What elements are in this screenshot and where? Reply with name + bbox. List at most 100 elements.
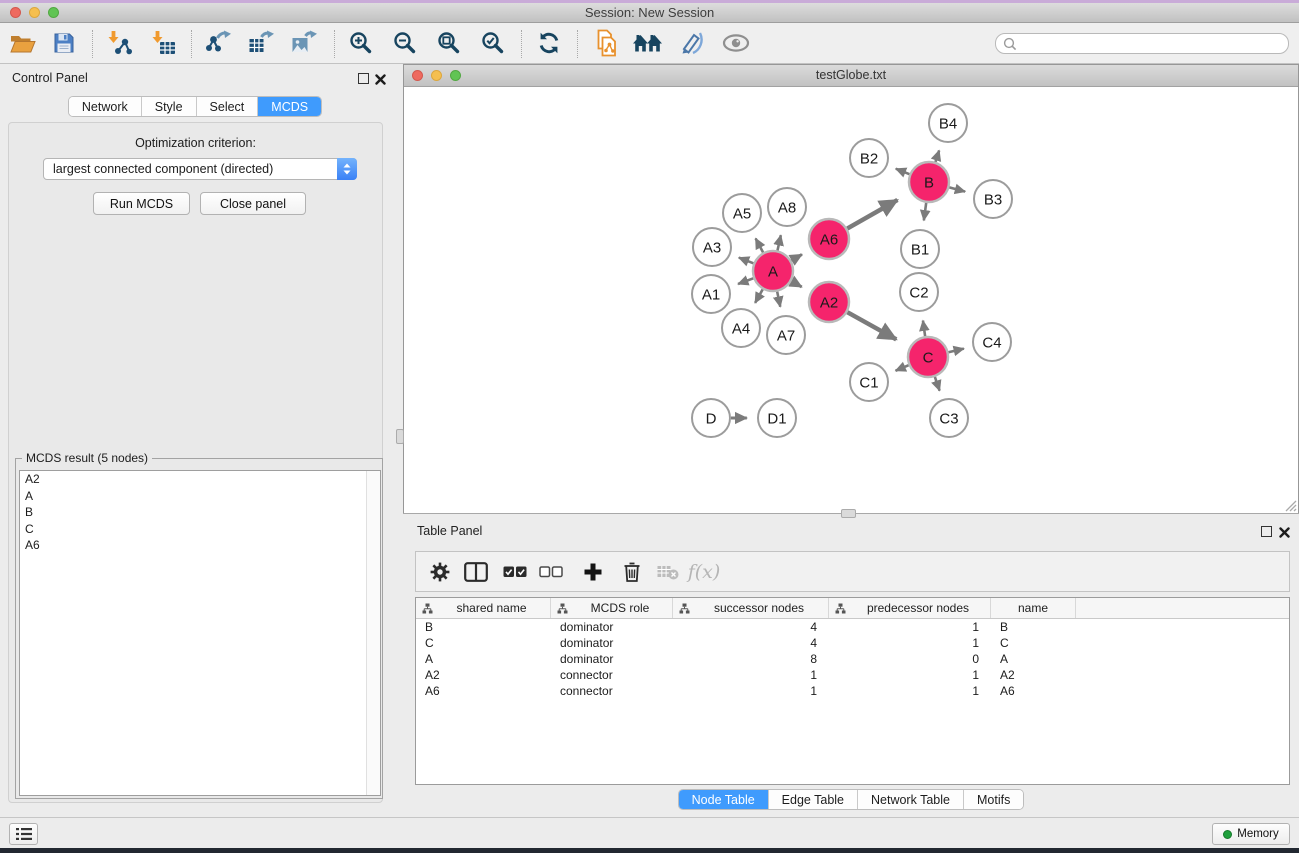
cell-successor-nodes[interactable]: 4 <box>673 635 829 651</box>
delete-columns-icon[interactable] <box>623 561 641 582</box>
edge-A-A3[interactable] <box>739 258 754 264</box>
edge-A-A5[interactable] <box>756 238 764 252</box>
mcds-result-item[interactable]: A2 <box>20 471 380 488</box>
minimize-window-icon[interactable] <box>431 70 442 81</box>
cell-predecessor-nodes[interactable]: 1 <box>829 667 991 683</box>
tab-style[interactable]: Style <box>142 97 197 116</box>
cell-predecessor-nodes[interactable]: 1 <box>829 635 991 651</box>
tab-edge-table[interactable]: Edge Table <box>769 790 858 809</box>
edge-A-A7[interactable] <box>777 292 780 307</box>
network-graph-canvas[interactable]: B4B2BB3A8A5A6A3B1AC2A1A2A4A7C4CC1C3DD1 <box>404 87 1298 513</box>
column-header-predecessor-nodes[interactable]: predecessor nodes <box>829 598 991 618</box>
cell-shared-name[interactable]: B <box>416 619 551 635</box>
table-row[interactable]: Bdominator41B <box>416 619 1289 635</box>
cell-mcds-role[interactable]: dominator <box>551 619 673 635</box>
cell-shared-name[interactable]: A <box>416 651 551 667</box>
criterion-dropdown[interactable]: largest connected component (directed) <box>43 158 357 180</box>
table-row[interactable]: Cdominator41C <box>416 635 1289 651</box>
column-browser-icon[interactable] <box>464 562 488 582</box>
node-table[interactable]: shared nameMCDS rolesuccessor nodesprede… <box>415 597 1290 785</box>
edge-C-C1[interactable] <box>896 365 909 371</box>
close-window-icon[interactable] <box>10 7 21 18</box>
close-panel-icon[interactable] <box>1279 525 1290 543</box>
tab-mcds[interactable]: MCDS <box>258 97 321 116</box>
mcds-result-item[interactable]: A <box>20 488 380 505</box>
zoom-in-icon[interactable] <box>349 31 373 55</box>
zoom-window-icon[interactable] <box>450 70 461 81</box>
refresh-icon[interactable] <box>537 31 561 55</box>
open-session-icon[interactable] <box>10 33 37 54</box>
cell-name[interactable]: B <box>991 619 1076 635</box>
network-window-titlebar[interactable]: testGlobe.txt <box>404 65 1298 87</box>
cell-name[interactable]: C <box>991 635 1076 651</box>
edge-A-A6[interactable] <box>791 254 802 260</box>
cell-name[interactable]: A2 <box>991 667 1076 683</box>
close-panel-icon[interactable] <box>375 72 386 90</box>
zoom-fit-icon[interactable] <box>437 31 461 55</box>
tab-network-table[interactable]: Network Table <box>858 790 964 809</box>
delete-table-icon[interactable] <box>657 563 680 581</box>
window-resize-grip[interactable] <box>1283 498 1297 512</box>
export-table-icon[interactable] <box>248 30 275 56</box>
column-header-successor-nodes[interactable]: successor nodes <box>673 598 829 618</box>
edge-A6-B[interactable] <box>847 200 897 229</box>
show-all-eye-icon[interactable] <box>722 34 750 53</box>
edge-B-B2[interactable] <box>896 169 910 174</box>
mcds-result-item[interactable]: B <box>20 504 380 521</box>
cell-predecessor-nodes[interactable]: 0 <box>829 651 991 667</box>
table-row[interactable]: Adominator80A <box>416 651 1289 667</box>
horizontal-divider-grip[interactable] <box>841 509 856 518</box>
function-builder-icon[interactable]: f(x) <box>688 561 721 583</box>
tab-network[interactable]: Network <box>69 97 142 116</box>
cell-successor-nodes[interactable]: 1 <box>673 683 829 699</box>
edge-C-C4[interactable] <box>948 349 963 353</box>
cell-predecessor-nodes[interactable]: 1 <box>829 619 991 635</box>
cell-mcds-role[interactable]: dominator <box>551 635 673 651</box>
cell-shared-name[interactable]: A6 <box>416 683 551 699</box>
edge-B-B3[interactable] <box>949 187 965 191</box>
tab-motifs[interactable]: Motifs <box>964 790 1023 809</box>
mcds-result-item[interactable]: A6 <box>20 537 380 554</box>
zoom-window-icon[interactable] <box>48 7 59 18</box>
network-window-controls[interactable] <box>412 70 461 81</box>
zoom-out-icon[interactable] <box>393 31 417 55</box>
mcds-result-list[interactable]: A2ABCA6 <box>19 470 381 796</box>
edge-B-B1[interactable] <box>924 203 926 221</box>
column-header-shared-name[interactable]: shared name <box>416 598 551 618</box>
cell-successor-nodes[interactable]: 4 <box>673 619 829 635</box>
unselect-all-columns-icon[interactable] <box>539 565 563 578</box>
edge-A-A1[interactable] <box>738 278 753 284</box>
import-network-icon[interactable] <box>106 30 132 56</box>
table-row[interactable]: A2connector11A2 <box>416 667 1289 683</box>
edge-C-C2[interactable] <box>923 321 925 337</box>
cell-shared-name[interactable]: A2 <box>416 667 551 683</box>
save-session-icon[interactable] <box>54 33 75 54</box>
scrollbar[interactable] <box>366 471 380 795</box>
cell-mcds-role[interactable]: dominator <box>551 651 673 667</box>
edge-A-A8[interactable] <box>777 235 780 250</box>
cell-successor-nodes[interactable]: 1 <box>673 667 829 683</box>
cell-mcds-role[interactable]: connector <box>551 667 673 683</box>
panel-divider-grip[interactable] <box>396 429 404 444</box>
edge-A-A4[interactable] <box>755 289 763 303</box>
cell-name[interactable]: A <box>991 651 1076 667</box>
edge-C-C3[interactable] <box>935 377 940 391</box>
table-row[interactable]: A6connector11A6 <box>416 683 1289 699</box>
export-image-icon[interactable] <box>291 30 318 56</box>
minimize-window-icon[interactable] <box>29 7 40 18</box>
float-panel-icon[interactable] <box>1261 526 1272 537</box>
mcds-result-item[interactable]: C <box>20 521 380 538</box>
home-icon[interactable] <box>633 32 664 54</box>
export-network-icon[interactable] <box>205 30 232 56</box>
tab-select[interactable]: Select <box>197 97 259 116</box>
float-panel-icon[interactable] <box>358 73 369 84</box>
select-all-columns-icon[interactable] <box>503 565 527 578</box>
hide-labels-icon[interactable] <box>678 31 704 55</box>
cell-shared-name[interactable]: C <box>416 635 551 651</box>
import-table-icon[interactable] <box>150 30 176 56</box>
column-header-name[interactable]: name <box>991 598 1076 618</box>
tab-node-table[interactable]: Node Table <box>679 790 769 809</box>
search-input[interactable] <box>995 33 1289 54</box>
zoom-selected-icon[interactable] <box>481 31 505 55</box>
cell-mcds-role[interactable]: connector <box>551 683 673 699</box>
